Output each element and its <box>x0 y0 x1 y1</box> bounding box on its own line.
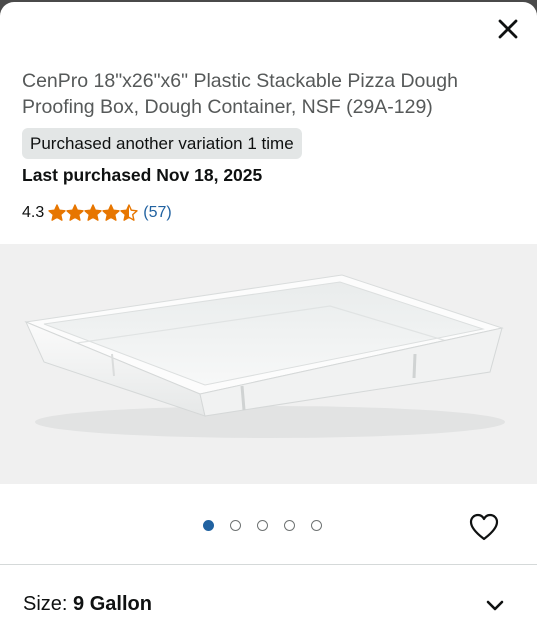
star-icon <box>120 204 138 221</box>
last-purchased-date: Last purchased Nov 18, 2025 <box>22 165 263 185</box>
product-title[interactable]: CenPro 18"x26"x6" Plastic Stackable Pizz… <box>22 68 512 120</box>
purchase-history-badge: Purchased another variation 1 time <box>22 128 302 159</box>
star-icon <box>102 204 120 221</box>
size-value: 9 Gallon <box>73 593 152 615</box>
review-count-link[interactable]: (57) <box>143 204 171 222</box>
add-to-list-button[interactable] <box>468 511 500 543</box>
product-detail-sheet: CenPro 18"x26"x6" Plastic Stackable Pizz… <box>0 2 537 639</box>
heart-icon <box>469 513 499 541</box>
carousel-dot[interactable] <box>230 519 241 531</box>
rating-row[interactable]: 4.3 (57) <box>22 202 172 224</box>
rating-value: 4.3 <box>22 204 45 221</box>
carousel-dot[interactable] <box>257 519 268 531</box>
close-button[interactable] <box>493 14 523 44</box>
carousel-dot[interactable] <box>311 519 322 531</box>
star-icon <box>48 204 66 221</box>
product-image[interactable] <box>0 244 537 484</box>
size-label: Size: 9 Gallon <box>23 592 152 616</box>
chevron-down-icon <box>486 600 504 611</box>
size-selector[interactable]: Size: 9 Gallon <box>0 565 537 639</box>
size-label-text: Size: <box>23 593 68 615</box>
star-rating <box>48 204 138 222</box>
dough-proofing-box-image <box>24 274 505 438</box>
star-icon <box>66 204 84 221</box>
close-icon <box>498 19 518 39</box>
star-icon <box>84 204 102 221</box>
carousel-dot[interactable] <box>203 519 214 531</box>
image-carousel-indicator[interactable] <box>203 518 338 532</box>
carousel-dot[interactable] <box>284 519 295 531</box>
